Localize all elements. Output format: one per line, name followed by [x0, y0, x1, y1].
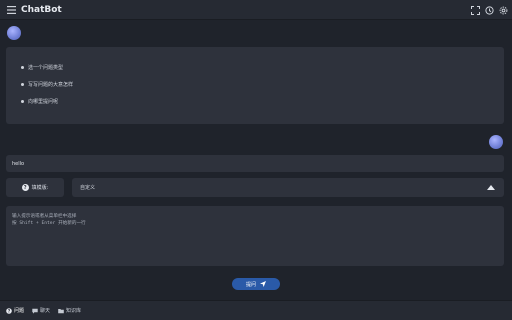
user-message: hello: [6, 155, 504, 172]
send-icon: [260, 281, 266, 287]
toolbar-icons: [470, 0, 508, 20]
template-button-label: 填模版:: [31, 185, 49, 191]
suggestion-item[interactable]: 向哪里提问呢: [21, 93, 504, 110]
template-button[interactable]: ? 填模版:: [6, 178, 64, 197]
bottom-tab-bar: ? 问题 聊天 知识库: [0, 300, 512, 320]
tab-label: 知识库: [66, 308, 82, 314]
settings-icon[interactable]: [498, 5, 508, 15]
suggestion-item[interactable]: 选一个问题类型: [21, 59, 504, 76]
tab-label: 聊天: [40, 308, 51, 314]
input-placeholder-line2: 按 Shift + Enter 开始新的一行: [12, 221, 86, 226]
folder-icon: [58, 308, 64, 313]
history-icon[interactable]: [484, 5, 494, 15]
user-avatar: [489, 135, 503, 149]
app-title: ChatBot: [21, 4, 62, 15]
template-select[interactable]: 自定义: [72, 178, 504, 197]
caret-up-icon: [487, 185, 495, 190]
tab-questions[interactable]: ? 问题: [4, 304, 26, 318]
template-select-value: 自定义: [80, 185, 96, 191]
tab-chat[interactable]: 聊天: [30, 304, 52, 318]
hamburger-icon[interactable]: [2, 0, 20, 20]
message-input[interactable]: 输入提示语或者从菜单栏中选择 按 Shift + Enter 开始新的一行: [6, 206, 504, 266]
chat-icon: [32, 308, 38, 314]
bot-avatar: [7, 26, 21, 40]
tab-knowledge-base[interactable]: 知识库: [56, 304, 83, 318]
suggestion-list: 选一个问题类型 写写问题的大意怎样 向哪里提问呢: [6, 47, 504, 110]
question-icon: ?: [21, 184, 29, 191]
tab-label: 问题: [14, 308, 25, 314]
send-button-label: 提问: [245, 281, 256, 288]
fullscreen-icon[interactable]: [470, 5, 480, 15]
top-bar: ChatBot: [0, 0, 512, 20]
suggestion-item[interactable]: 写写问题的大意怎样: [21, 76, 504, 93]
input-placeholder-line1: 输入提示语或者从菜单栏中选择: [12, 214, 77, 219]
send-button[interactable]: 提问: [232, 278, 280, 290]
question-icon: ?: [6, 307, 12, 314]
bot-message: 选一个问题类型 写写问题的大意怎样 向哪里提问呢: [6, 47, 504, 124]
